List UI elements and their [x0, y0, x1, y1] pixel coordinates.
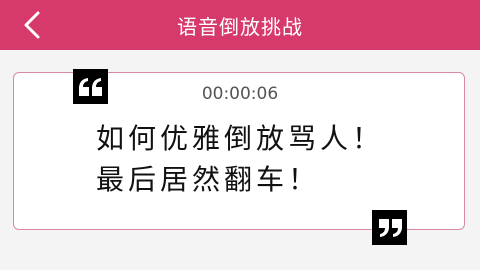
page-title: 语音倒放挑战 [177, 14, 303, 39]
challenge-text-line-2: 最后居然翻车！ [96, 163, 321, 196]
close-quote-icon [372, 210, 407, 245]
back-button[interactable] [10, 5, 54, 45]
header-bar: 语音倒放挑战 [0, 0, 480, 50]
chevron-left-icon [24, 11, 40, 39]
timer-display: 00:00:06 [201, 84, 279, 104]
challenge-text-line-1: 如何优雅倒放骂人！ [96, 122, 385, 155]
